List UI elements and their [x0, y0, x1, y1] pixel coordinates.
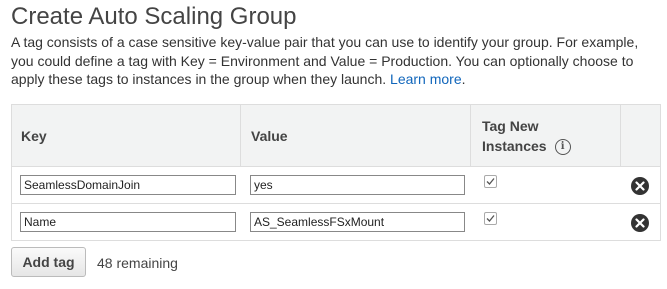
column-header-value-label: Value [251, 127, 288, 144]
column-header-key: Key [12, 105, 241, 166]
checkbox-check-icon [486, 215, 495, 222]
remove-tag-button[interactable] [631, 214, 649, 232]
tag-row [12, 167, 660, 204]
column-header-key-label: Key [21, 127, 47, 144]
tag-value-input[interactable] [250, 212, 465, 232]
tag-new-instances-checkbox[interactable] [484, 175, 497, 188]
tags-table: Key Value Tag New Instances i [11, 104, 661, 241]
remove-circle-icon [635, 218, 645, 228]
tags-table-header: Key Value Tag New Instances i [12, 105, 660, 167]
description-line-3: apply these tags to instances in the gro… [11, 71, 391, 87]
column-header-actions [621, 105, 661, 166]
column-header-tag-line1: Tag New [482, 117, 539, 134]
add-tag-button[interactable]: Add tag [11, 247, 86, 277]
remove-circle-icon [635, 181, 645, 191]
tag-key-input[interactable] [20, 175, 236, 195]
page-title: Create Auto Scaling Group [11, 3, 297, 30]
column-header-value: Value [241, 105, 471, 166]
page-description: A tag consists of a case sensitive key-v… [11, 33, 661, 89]
tag-new-instances-checkbox[interactable] [484, 212, 497, 225]
tag-key-input[interactable] [20, 212, 236, 232]
learn-more-suffix: . [461, 71, 466, 87]
info-icon[interactable]: i [554, 138, 571, 155]
tag-row [12, 204, 660, 240]
checkbox-check-icon [486, 178, 495, 185]
tag-value-input[interactable] [250, 175, 465, 195]
remove-tag-button[interactable] [631, 177, 649, 195]
description-line-2: you could define a tag with Key = Enviro… [11, 52, 634, 69]
column-header-tag-line2: Instances [482, 137, 547, 154]
description-line-1: A tag consists of a case sensitive key-v… [11, 34, 639, 50]
tags-remaining-count: 48 remaining [97, 255, 178, 271]
learn-more-link[interactable]: Learn more [390, 71, 462, 87]
column-header-tag-new-instances: Tag New Instances i [471, 105, 621, 166]
